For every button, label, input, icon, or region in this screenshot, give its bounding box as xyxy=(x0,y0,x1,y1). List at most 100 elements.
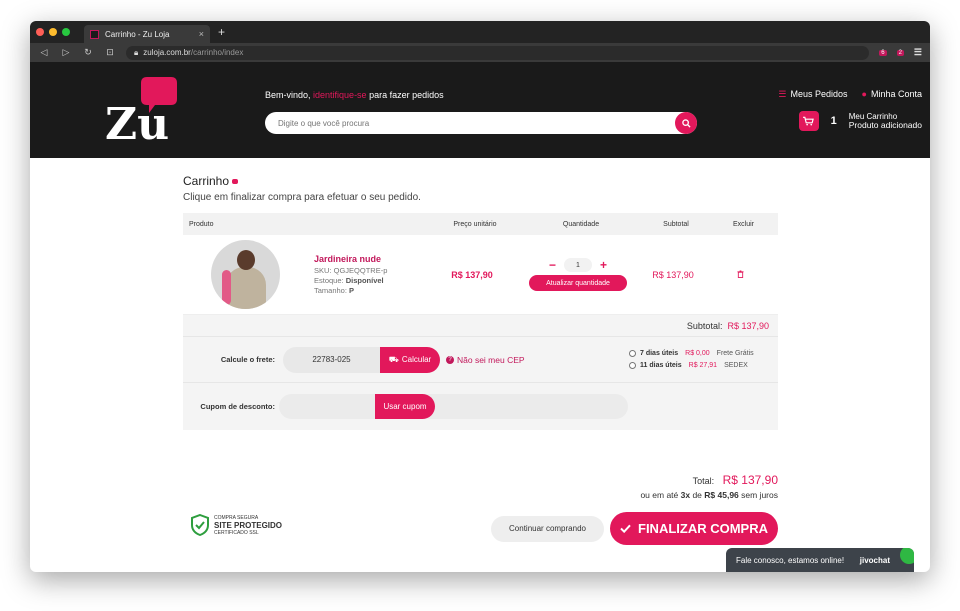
address-bar: ◁ ▷ ↻ ⊡ 🔒︎ zuloja.com.br/carrinho/index … xyxy=(30,43,930,62)
search-button[interactable] xyxy=(675,112,697,134)
url-domain: zuloja.com.br xyxy=(143,48,191,57)
alert-extension-icon[interactable]: 2 xyxy=(896,49,904,56)
col-delete: Excluir xyxy=(732,220,754,228)
new-tab-button[interactable]: + xyxy=(218,25,225,39)
continue-shopping-button[interactable]: Continuar comprando xyxy=(491,515,604,542)
chat-widget[interactable]: Fale conosco, estamos online! jivochat xyxy=(726,548,914,572)
coupon-label: Cupom de desconto: xyxy=(200,402,275,411)
increase-quantity-button[interactable]: + xyxy=(600,258,607,272)
apply-coupon-button[interactable]: Usar cupom xyxy=(375,394,435,419)
checkout-actions: Continuar comprando FINALIZAR COMPRA xyxy=(491,512,778,545)
shield-check-icon xyxy=(191,514,209,536)
orders-link[interactable]: ☰ Meus Pedidos xyxy=(778,89,847,100)
page-title: Carrinho xyxy=(183,174,778,188)
calculate-shipping-button[interactable]: ⛟ Calcular xyxy=(380,346,440,373)
unknown-cep-link[interactable]: ? Não sei meu CEP xyxy=(446,355,629,365)
url-path: /carrinho/index xyxy=(190,48,244,57)
header-links: ☰ Meus Pedidos ● Minha Conta xyxy=(778,89,922,100)
url-field[interactable]: 🔒︎ zuloja.com.br/carrinho/index xyxy=(126,45,870,60)
bookmark-icon[interactable]: ⊡ xyxy=(104,47,116,58)
cart-icon xyxy=(798,111,819,131)
coupon-input[interactable]: Usar cupom xyxy=(279,394,628,419)
window-controls xyxy=(36,28,70,36)
unit-price: R$ 137,90 xyxy=(451,269,493,280)
col-subtotal: Subtotal xyxy=(663,220,689,228)
browser-tab[interactable]: Carrinho - Zu Loja × xyxy=(84,25,210,43)
product-stock: Disponível xyxy=(345,275,384,285)
security-seal: COMPRA SEGURA SITE PROTEGIDO CERTIFICADO… xyxy=(191,514,282,536)
check-icon xyxy=(620,524,631,533)
coupon-row: Cupom de desconto: Usar cupom xyxy=(183,383,778,430)
decrease-quantity-button[interactable]: − xyxy=(549,258,556,272)
cart-main: Carrinho Clique em finalizar compra para… xyxy=(183,174,778,545)
speech-bubble-icon xyxy=(232,178,239,184)
account-link[interactable]: ● Minha Conta xyxy=(862,89,922,100)
search-bar xyxy=(265,112,697,134)
shipping-radio[interactable] xyxy=(629,362,636,369)
product-sku: QGJEQQTRE-p xyxy=(333,265,388,275)
product-name[interactable]: Jardineira nude xyxy=(314,254,422,264)
cart-count: 1 xyxy=(830,115,837,127)
menu-icon[interactable]: ☰ xyxy=(914,47,922,58)
tab-favicon-icon xyxy=(90,29,99,39)
product-info: Jardineira nude SKU: QGJEQQTRE-p Estoque… xyxy=(314,254,422,296)
reload-icon[interactable]: ↻ xyxy=(82,47,94,58)
cart-summary: Meu Carrinho Produto adicionado xyxy=(848,112,922,130)
forward-icon[interactable]: ▷ xyxy=(60,47,72,58)
installments-text: ou em até 3x de R$ 45,96 sem juros xyxy=(640,490,778,500)
truck-icon: ⛟ xyxy=(388,354,399,364)
browser-window: Carrinho - Zu Loja × + ◁ ▷ ↻ ⊡ 🔒︎ zuloja… xyxy=(30,21,930,572)
subtotal-row: Subtotal: R$ 137,90 xyxy=(183,315,778,337)
total-value: R$ 137,90 xyxy=(722,473,778,487)
shield-extension-icon[interactable]: 6 xyxy=(879,49,887,56)
list-icon: ☰ xyxy=(778,89,787,99)
tab-close-icon[interactable]: × xyxy=(199,29,204,39)
header-cart[interactable]: 1 Meu Carrinho Produto adicionado xyxy=(798,111,922,131)
chat-status-icon xyxy=(900,548,914,564)
cep-input[interactable]: 22783-025 xyxy=(283,346,380,373)
close-window-button[interactable] xyxy=(36,28,44,36)
shipping-radio[interactable] xyxy=(629,350,636,357)
welcome-message: Bem-vindo, identifique-se para fazer ped… xyxy=(265,90,444,100)
maximize-window-button[interactable] xyxy=(62,28,70,36)
logo-text: Zu xyxy=(105,99,169,143)
page-subtitle: Clique em finalizar compra para efetuar … xyxy=(183,192,421,203)
col-unit-price: Preço unitário xyxy=(453,220,497,228)
zu-logo-icon[interactable]: Zu xyxy=(103,77,179,143)
tab-bar: Carrinho - Zu Loja × + xyxy=(30,21,930,43)
col-product: Produto xyxy=(189,220,214,228)
delete-item-button[interactable] xyxy=(712,270,769,280)
shipping-row: Calcule o frete: 22783-025 ⛟ Calcular ? … xyxy=(183,337,778,383)
lock-icon: 🔒︎ xyxy=(134,47,139,57)
subtotal-value: R$ 137,90 xyxy=(727,320,769,331)
shipping-option[interactable]: 11 dias úteis R$ 27,91 SEDEX xyxy=(629,362,754,369)
update-quantity-button[interactable]: Atualizar quantidade xyxy=(529,275,627,291)
shipping-options: 7 dias úteis R$ 0,00 Frete Grátis 11 dia… xyxy=(629,350,754,369)
shipping-option[interactable]: 7 dias úteis R$ 0,00 Frete Grátis xyxy=(629,350,754,357)
product-size: P xyxy=(349,285,355,295)
site-header: Zu Bem-vindo, identifique-se para fazer … xyxy=(30,62,930,158)
cart-table-header: Produto Preço unitário Quantidade Subtot… xyxy=(183,213,778,235)
product-image[interactable] xyxy=(211,240,280,309)
chat-brand: jivochat xyxy=(860,548,914,565)
table-row: Jardineira nude SKU: QGJEQQTRE-p Estoque… xyxy=(183,235,778,315)
finish-purchase-button[interactable]: FINALIZAR COMPRA xyxy=(610,512,778,545)
shipping-label: Calcule o frete: xyxy=(220,355,275,364)
identify-link[interactable]: identifique-se xyxy=(313,90,367,100)
user-icon: ● xyxy=(861,89,867,99)
chat-message: Fale conosco, estamos online! xyxy=(736,555,845,565)
back-icon[interactable]: ◁ xyxy=(38,47,50,58)
trash-icon xyxy=(737,270,744,278)
col-quantity: Quantidade xyxy=(562,220,600,228)
quantity-control: − 1 + Atualizar quantidade xyxy=(522,258,634,291)
order-total: Total: R$ 137,90 ou em até 3x de R$ 45,9… xyxy=(640,473,778,500)
search-input[interactable] xyxy=(278,118,675,128)
question-icon: ? xyxy=(446,355,454,364)
minimize-window-button[interactable] xyxy=(49,28,57,36)
item-subtotal: R$ 137,90 xyxy=(652,269,694,280)
cart-summary-panel: Subtotal: R$ 137,90 Calcule o frete: 227… xyxy=(183,315,778,430)
extensions: 6 2 ☰ xyxy=(879,47,922,58)
quantity-input[interactable]: 1 xyxy=(564,258,592,272)
search-icon xyxy=(681,118,691,128)
tab-title: Carrinho - Zu Loja xyxy=(105,29,170,39)
